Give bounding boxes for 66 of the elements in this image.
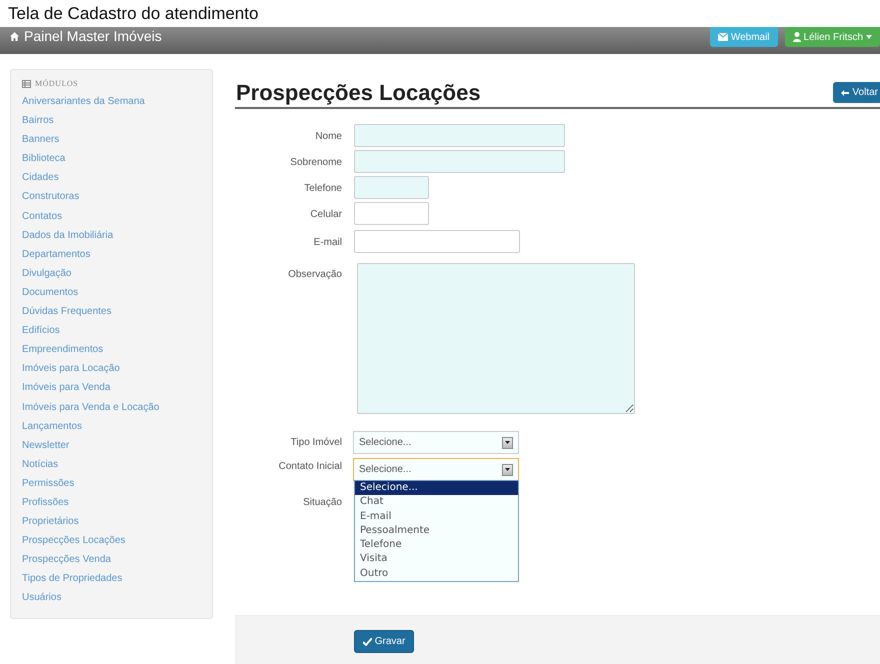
dropdown-option[interactable]: Visita xyxy=(355,552,518,567)
sidebar-link[interactable]: Edifícios xyxy=(22,321,212,340)
text-input[interactable] xyxy=(354,176,429,199)
back-button[interactable]: Voltar xyxy=(833,82,880,103)
sidebar-link[interactable]: Biblioteca xyxy=(22,149,212,168)
sidebar-link[interactable]: Newsletter xyxy=(22,436,212,455)
brand-link[interactable]: Painel Master Imóveis xyxy=(10,27,162,45)
text-input[interactable] xyxy=(354,230,520,253)
sidebar-link[interactable]: Construtoras xyxy=(22,187,212,207)
sidebar-heading: MÓDULOS xyxy=(35,79,78,88)
sidebar-link[interactable]: Proprietários xyxy=(22,512,212,532)
sidebar-link[interactable]: Banners xyxy=(22,130,212,150)
dropdown-option[interactable]: Chat xyxy=(355,495,518,510)
dropdown-option[interactable]: Outro xyxy=(355,566,518,582)
field-label: Contato Inicial xyxy=(278,460,342,472)
list-icon xyxy=(22,80,31,88)
sidebar-link[interactable]: Documentos xyxy=(22,282,212,302)
sidebar-link[interactable]: Dados da Imobiliária xyxy=(22,226,212,245)
sidebar-link[interactable]: Prospecções Locações xyxy=(22,531,212,550)
dropdown-option[interactable]: E-mail xyxy=(355,510,518,524)
text-input[interactable] xyxy=(354,150,565,173)
field-label: Situação xyxy=(302,496,342,508)
sidebar-link[interactable]: Usuários xyxy=(22,588,212,608)
sidebar-link[interactable]: Imóveis para Venda e Locação xyxy=(22,398,212,417)
field-label: Tipo Imóvel xyxy=(290,436,342,448)
field-label: Sobrenome xyxy=(289,156,342,168)
sidebar-link[interactable]: Cidades xyxy=(22,168,212,188)
user-icon xyxy=(792,32,801,42)
dropdown-option[interactable]: Selecione... xyxy=(355,481,518,496)
sidebar-link[interactable]: Aniversariantes da Semana xyxy=(22,92,212,112)
caret-icon xyxy=(866,35,872,39)
field-label: Telefone xyxy=(303,182,342,194)
sidebar-link[interactable]: Tipos de Propriedades xyxy=(22,569,212,588)
arrow-left-icon xyxy=(841,90,850,96)
sidebar-link[interactable]: Departamentos xyxy=(22,244,212,264)
field-label: Nome xyxy=(314,130,342,142)
sidebar-link[interactable]: Profissões xyxy=(22,492,212,512)
sidebar-link[interactable]: Bairros xyxy=(22,111,212,130)
select-field[interactable]: Selecione... xyxy=(353,458,519,481)
select-field[interactable]: Selecione... xyxy=(353,431,519,454)
dropdown-option[interactable]: Telefone xyxy=(355,538,518,552)
sidebar-link[interactable]: Empreendimentos xyxy=(22,340,212,360)
user-menu-button[interactable]: Lélien Fritsch xyxy=(784,27,880,47)
page-caption: Tela de Cadastro do atendimento xyxy=(7,3,260,25)
sidebar-link[interactable]: Notícias xyxy=(22,454,212,474)
text-input[interactable] xyxy=(354,124,565,147)
field-label: E-mail xyxy=(312,236,342,248)
sidebar-link[interactable]: Divulgação xyxy=(22,264,212,283)
page-title: Prospecções Locações xyxy=(236,80,481,106)
sidebar-link[interactable]: Contatos xyxy=(22,206,212,226)
save-button[interactable]: Gravar xyxy=(354,630,414,653)
home-icon xyxy=(10,32,19,40)
envelope-icon xyxy=(718,33,728,41)
dropdown-option[interactable]: Pessoalmente xyxy=(355,524,518,538)
field-label: Celular xyxy=(309,208,342,220)
field-label: Observação xyxy=(287,268,342,280)
sidebar-link[interactable]: Imóveis para Venda xyxy=(22,378,212,398)
sidebar-link[interactable]: Permissões xyxy=(22,474,212,493)
text-input[interactable] xyxy=(354,202,429,225)
sidebar-link[interactable]: Lançamentos xyxy=(22,416,212,436)
sidebar-link[interactable]: Prospecções Venda xyxy=(22,550,212,570)
sidebar-link[interactable]: Dúvidas Frequentes xyxy=(22,302,212,322)
observation-textarea[interactable] xyxy=(357,263,635,414)
sidebar-link[interactable]: Imóveis para Locação xyxy=(22,359,212,378)
check-icon xyxy=(362,638,372,646)
webmail-button[interactable]: Webmail xyxy=(710,27,778,47)
